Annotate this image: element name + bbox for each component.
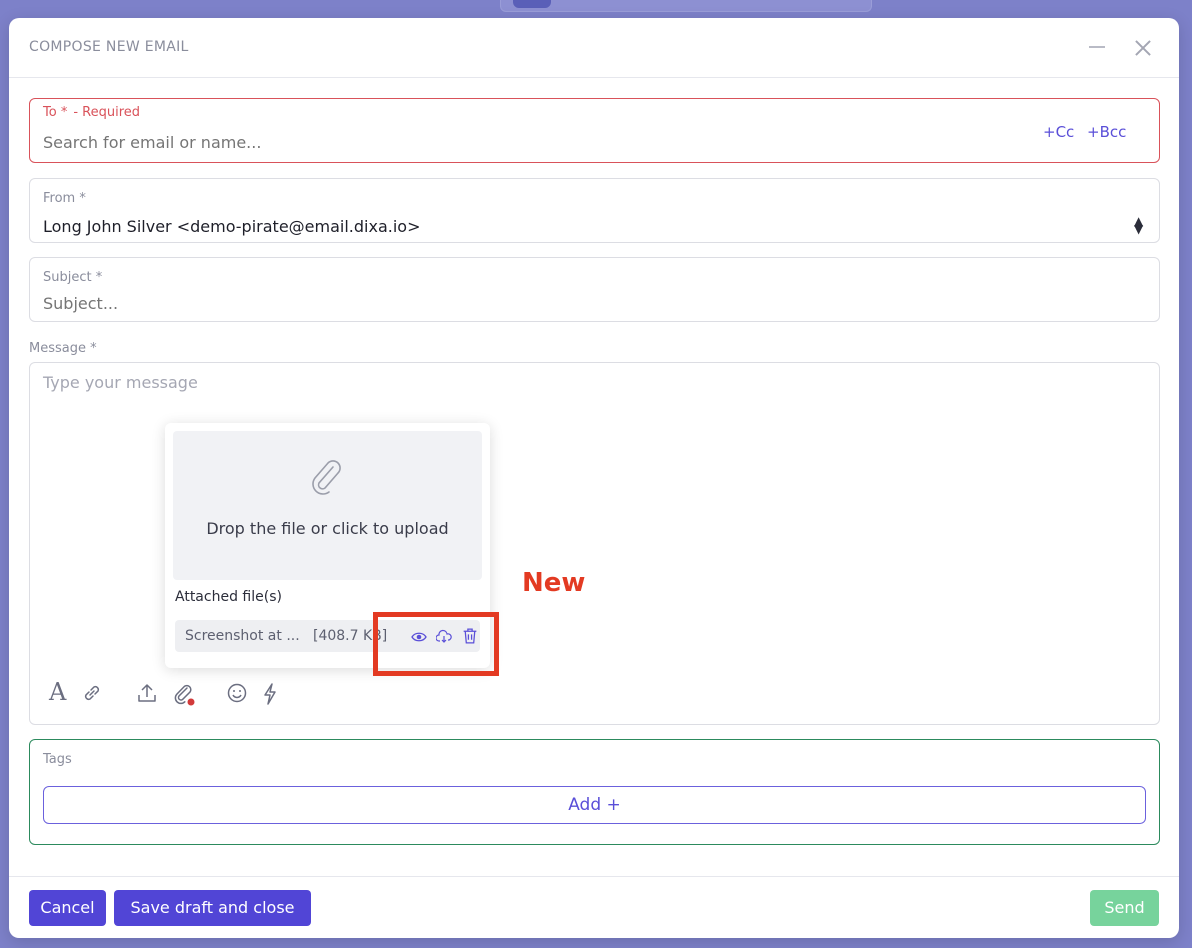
- file-name: Screenshot at ...: [185, 628, 300, 644]
- file-dropzone[interactable]: Drop the file or click to upload: [173, 431, 482, 580]
- to-label: To * - Required: [43, 105, 140, 120]
- paperclip-icon: [312, 460, 341, 495]
- upload-icon[interactable]: [135, 682, 159, 704]
- subject-field[interactable]: Subject *: [29, 257, 1160, 322]
- attachment-icon[interactable]: [171, 682, 195, 706]
- modal-header: COMPOSE NEW EMAIL: [9, 18, 1179, 78]
- lightning-icon[interactable]: [261, 682, 279, 706]
- to-input[interactable]: [43, 133, 1003, 152]
- from-value: Long John Silver <demo-pirate@email.dixa…: [43, 217, 421, 236]
- new-annotation: New: [522, 568, 586, 598]
- highlight-box: [373, 612, 499, 676]
- add-bcc-link[interactable]: +Bcc: [1087, 123, 1126, 141]
- to-label-text: To *: [43, 105, 68, 120]
- compose-email-modal: COMPOSE NEW EMAIL To * - Required +Cc +Bc…: [9, 18, 1179, 938]
- message-placeholder: Type your message: [43, 373, 198, 392]
- modal-footer: Cancel Save draft and close Send: [9, 876, 1179, 938]
- drop-text: Drop the file or click to upload: [206, 519, 449, 538]
- tags-label: Tags: [43, 752, 72, 767]
- tags-field: Tags Add +: [29, 739, 1160, 845]
- cancel-button[interactable]: Cancel: [29, 890, 106, 926]
- emoji-icon[interactable]: [226, 682, 248, 704]
- to-field[interactable]: To * - Required +Cc +Bcc: [29, 98, 1160, 163]
- save-draft-button[interactable]: Save draft and close: [114, 890, 311, 926]
- add-tag-button[interactable]: Add +: [43, 786, 1146, 824]
- subject-label: Subject *: [43, 270, 103, 285]
- message-label: Message *: [29, 341, 97, 356]
- add-cc-link[interactable]: +Cc: [1043, 123, 1074, 141]
- required-note: - Required: [73, 105, 141, 120]
- modal-title: COMPOSE NEW EMAIL: [29, 39, 189, 55]
- text-format-icon[interactable]: A: [49, 678, 66, 706]
- attached-files-label: Attached file(s): [175, 589, 282, 605]
- from-select[interactable]: From * Long John Silver <demo-pirate@ema…: [29, 178, 1160, 243]
- from-label: From *: [43, 191, 86, 206]
- minimize-icon[interactable]: [1089, 46, 1105, 48]
- link-icon[interactable]: [81, 682, 103, 704]
- select-arrows-icon: ▲ ▼: [1134, 214, 1144, 236]
- background-tab-pill: [513, 0, 551, 8]
- send-button[interactable]: Send: [1090, 890, 1159, 926]
- close-icon[interactable]: [1131, 36, 1155, 60]
- subject-input[interactable]: [43, 294, 1043, 313]
- background-tab: [500, 0, 872, 12]
